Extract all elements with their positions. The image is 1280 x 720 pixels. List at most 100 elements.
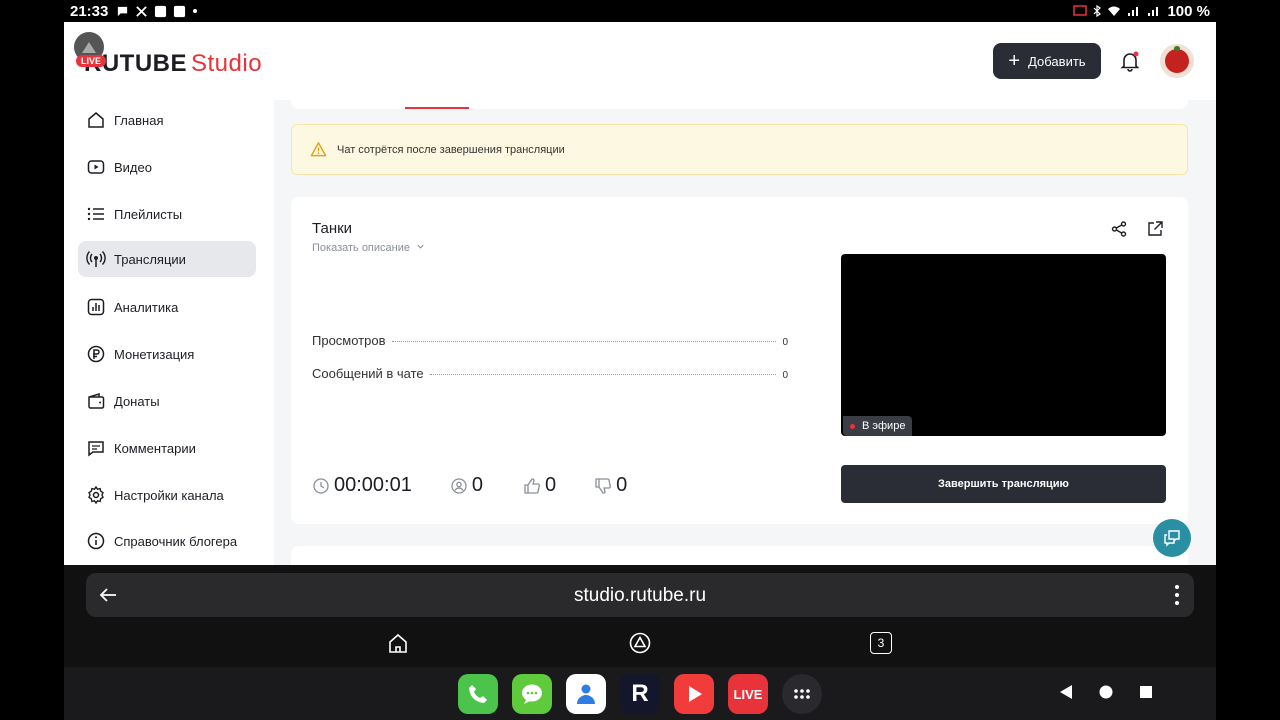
rutube-studio-logo[interactable]: RUTUBE Studio xyxy=(84,50,262,78)
sidebar-item-label: Плейлисты xyxy=(114,206,183,222)
sidebar-item-blogger-guide[interactable]: Справочник блогера xyxy=(78,523,256,559)
ruble-icon xyxy=(87,345,105,363)
stream-title: Танки xyxy=(312,220,353,237)
avatar[interactable] xyxy=(1160,44,1194,78)
sidebar-item-channel-settings[interactable]: Настройки канала xyxy=(78,477,256,513)
grid-dots-icon xyxy=(794,689,810,699)
analytics-icon xyxy=(87,298,105,316)
app-notification-icon-2 xyxy=(174,5,186,17)
stat-chat-messages-value: 0 xyxy=(782,370,788,381)
app-dock: R LIVE xyxy=(64,667,1216,720)
contacts-app-icon[interactable] xyxy=(566,674,606,714)
signal-icon-2 xyxy=(1148,7,1159,16)
system-recents-icon[interactable] xyxy=(1138,684,1154,700)
stat-chat-messages-label: Сообщений в чате xyxy=(312,366,424,381)
playlist-icon xyxy=(87,207,104,221)
duration-value: 00:00:01 xyxy=(334,474,412,496)
rutube-app-icon[interactable]: R xyxy=(620,674,660,714)
sidebar-item-label: Трансляции xyxy=(114,251,186,267)
support-chat-icon xyxy=(1164,530,1180,547)
system-home-icon[interactable] xyxy=(1098,684,1114,700)
viewers-value: 0 xyxy=(471,474,483,496)
dotted-leader xyxy=(391,341,777,342)
wallet-icon xyxy=(88,392,105,409)
address-bar[interactable]: studio.rutube.ru xyxy=(86,573,1194,617)
tomato-avatar-icon xyxy=(1165,46,1189,73)
sidebar-item-label: Главная xyxy=(114,112,164,128)
bell-icon[interactable] xyxy=(1118,49,1142,73)
warning-icon xyxy=(310,142,327,157)
clock: 21:33 xyxy=(70,2,109,20)
sidebar-item-broadcasts[interactable]: Трансляции xyxy=(78,241,256,277)
comment-icon xyxy=(88,441,104,457)
sidebar-item-label: Видео xyxy=(114,159,152,175)
person-icon xyxy=(577,684,595,704)
system-back-icon[interactable] xyxy=(1058,684,1074,700)
phone-app-icon[interactable] xyxy=(458,674,498,714)
sidebar-item-comments[interactable]: Комментарии xyxy=(78,430,256,466)
broadcast-icon xyxy=(86,251,106,267)
thumbs-up-icon xyxy=(524,477,540,494)
rutube-studio-app: RUTUBE Studio LIVE + Добавить Главная Вид… xyxy=(64,22,1216,565)
stat-views-row: Просмотров 0 xyxy=(312,333,788,348)
browser-home-icon[interactable] xyxy=(387,632,409,654)
messages-app-icon[interactable] xyxy=(512,674,552,714)
support-chat-button[interactable] xyxy=(1153,519,1191,557)
share-icon[interactable] xyxy=(1110,220,1128,238)
info-icon xyxy=(87,532,105,550)
phone-icon xyxy=(469,685,487,703)
stat-chat-messages-row: Сообщений в чате 0 xyxy=(312,366,788,381)
video-icon xyxy=(87,160,105,174)
rutube-app-letter: R xyxy=(631,680,649,707)
viewers-stat: 0 xyxy=(450,474,483,497)
live-triangle-icon xyxy=(82,41,96,53)
sidebar-item-label: Комментарии xyxy=(114,440,196,456)
status-bar: 21:33 100 % xyxy=(64,0,1216,22)
add-button[interactable]: + Добавить xyxy=(993,43,1101,79)
sidebar-item-monetization[interactable]: Монетизация xyxy=(78,336,256,372)
sidebar-item-label: Справочник блогера xyxy=(114,533,238,549)
live-tag: LIVE xyxy=(76,55,107,67)
sidebar-item-playlists[interactable]: Плейлисты xyxy=(78,196,256,232)
sidebar-item-donations[interactable]: Донаты xyxy=(78,383,256,419)
external-link-icon[interactable] xyxy=(1146,220,1164,238)
header: RUTUBE Studio LIVE + Добавить xyxy=(64,22,1216,100)
home-icon xyxy=(88,112,104,128)
sidebar-item-video[interactable]: Видео xyxy=(78,149,256,185)
video-player-app-icon[interactable] xyxy=(674,674,714,714)
add-button-label: Добавить xyxy=(1028,53,1086,69)
live-app-icon[interactable]: LIVE xyxy=(728,674,768,714)
bluetooth-icon xyxy=(1094,5,1102,17)
sidebar-item-label: Монетизация xyxy=(114,346,195,362)
message-bubble-icon xyxy=(522,684,542,704)
wifi-icon xyxy=(1108,6,1121,16)
show-description-toggle[interactable]: Показать описание xyxy=(312,242,425,254)
stream-preview[interactable]: В эфире xyxy=(841,254,1166,436)
chat-notification-icon xyxy=(118,6,128,16)
warning-text: Чат сотрётся после завершения трансляции xyxy=(337,143,565,156)
live-dot-icon xyxy=(850,423,855,429)
likes-value: 0 xyxy=(544,474,557,496)
gear-icon xyxy=(88,485,104,505)
signal-icon xyxy=(1128,7,1139,16)
stream-card: Танки Показать описание Просмотров 0 Соо… xyxy=(291,197,1188,524)
dislikes-value: 0 xyxy=(616,474,628,496)
sidebar: Главная Видео Плейлисты Трансляции Анали… xyxy=(64,100,274,565)
sidebar-item-label: Аналитика xyxy=(114,299,179,315)
tabs-count-button[interactable]: 3 xyxy=(870,632,892,654)
all-apps-icon[interactable] xyxy=(782,674,822,714)
chevron-down-icon xyxy=(417,244,424,249)
dotted-leader xyxy=(429,374,777,375)
sidebar-item-label: Настройки канала xyxy=(114,487,224,503)
more-notifications-dot-icon xyxy=(193,9,198,13)
tabs-count: 3 xyxy=(877,636,885,650)
sidebar-item-analytics[interactable]: Аналитика xyxy=(78,289,256,325)
alice-assistant-icon[interactable] xyxy=(629,632,651,654)
more-vertical-icon[interactable] xyxy=(1174,583,1180,607)
active-tab-indicator xyxy=(405,107,469,109)
logo-studio-text: Studio xyxy=(191,50,263,77)
chat-warning-banner: Чат сотрётся после завершения трансляции xyxy=(291,124,1188,175)
duration-stat: 00:00:01 xyxy=(312,474,412,497)
end-stream-button[interactable]: Завершить трансляцию xyxy=(841,465,1166,503)
sidebar-item-home[interactable]: Главная xyxy=(78,102,256,138)
